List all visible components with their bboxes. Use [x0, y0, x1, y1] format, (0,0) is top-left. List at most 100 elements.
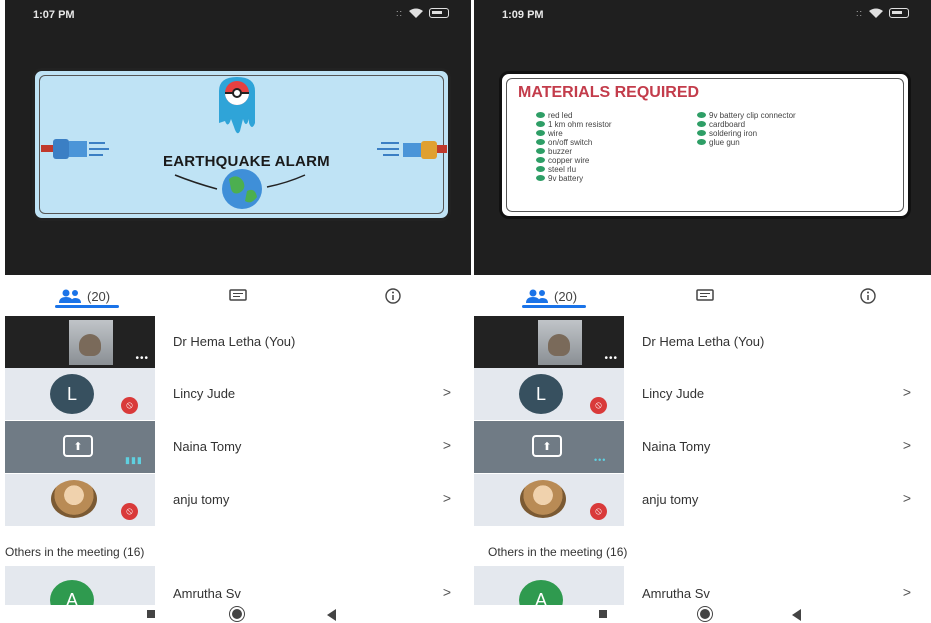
- participant-row[interactable]: L ⦸ Lincy Jude >: [5, 368, 471, 420]
- video-tile: •••: [5, 316, 155, 368]
- avatar: [51, 480, 97, 518]
- battery-icon: [429, 8, 449, 18]
- tab-people[interactable]: (20): [55, 286, 119, 308]
- chevron-right-icon[interactable]: >: [903, 584, 911, 600]
- more-options-icon[interactable]: •••: [135, 353, 149, 364]
- list-item: 1 km ohm resistor: [536, 120, 612, 129]
- right-phone-screenshot: 1:09 PM :: MATERIALS REQUIRED red led 1 …: [474, 0, 931, 623]
- avatar-tile: A: [5, 566, 155, 620]
- participant-name: Dr Hema Letha (You): [173, 334, 296, 349]
- speaking-indicator-icon: ▮▮▮: [125, 455, 143, 465]
- list-item: 9v battery clip connector: [697, 111, 796, 120]
- list-item: 9v battery: [536, 174, 612, 183]
- participant-row[interactable]: ⦸ anju tomy >: [5, 474, 471, 526]
- list-item: wire: [536, 129, 612, 138]
- participant-name: Dr Hema Letha (You): [642, 334, 765, 349]
- list-item: buzzer: [536, 147, 612, 156]
- participant-row[interactable]: L ⦸ Lincy Jude >: [474, 368, 931, 420]
- active-tab-indicator: [55, 305, 119, 308]
- tab-info[interactable]: [385, 286, 401, 306]
- others-section-header: Others in the meeting (16): [5, 545, 145, 559]
- tab-chat[interactable]: [696, 286, 714, 306]
- presenting-tile: ⬆ ▮▮▮: [5, 421, 155, 473]
- participant-name: anju tomy: [642, 492, 699, 507]
- chevron-right-icon[interactable]: >: [443, 490, 451, 506]
- avatar-tile: L ⦸: [5, 368, 155, 420]
- chevron-right-icon[interactable]: >: [903, 437, 911, 453]
- chevron-right-icon[interactable]: >: [903, 490, 911, 506]
- list-item: red led: [536, 111, 612, 120]
- meeting-tabs: (20): [474, 276, 931, 317]
- avatar-tile: L ⦸: [474, 368, 624, 420]
- android-nav-bar: [474, 605, 931, 623]
- left-plug-icon: [41, 139, 109, 159]
- participant-name: Lincy Jude: [173, 386, 236, 401]
- participant-name: Amrutha Sv: [642, 586, 710, 601]
- screen-share-icon: ⬆: [63, 435, 93, 457]
- participant-name: Naina Tomy: [642, 439, 711, 454]
- avatar-tile: ⦸: [474, 474, 624, 526]
- home-icon[interactable]: [698, 607, 712, 621]
- participant-row[interactable]: ⦸ anju tomy >: [474, 474, 931, 526]
- avatar: L: [519, 374, 563, 414]
- chevron-right-icon[interactable]: >: [903, 384, 911, 400]
- participant-row[interactable]: A Amrutha Sv >: [474, 566, 931, 620]
- chevron-right-icon[interactable]: >: [443, 437, 451, 453]
- materials-list: red led 1 km ohm resistor wire on/off sw…: [536, 111, 612, 183]
- recents-icon[interactable]: [147, 610, 155, 618]
- meeting-tabs: (20): [5, 276, 471, 317]
- status-icons: ::: [856, 8, 909, 18]
- speaking-indicator-icon: •••: [594, 455, 607, 465]
- chevron-right-icon[interactable]: >: [443, 584, 451, 600]
- mic-muted-icon: ⦸: [590, 397, 607, 414]
- list-item: on/off switch: [536, 138, 612, 147]
- participant-row[interactable]: A Amrutha Sv >: [5, 566, 471, 620]
- presentation-area: 1:09 PM :: MATERIALS REQUIRED red led 1 …: [474, 0, 931, 275]
- mic-muted-icon: ⦸: [590, 503, 607, 520]
- mic-muted-icon: ⦸: [121, 503, 138, 520]
- back-icon[interactable]: [327, 609, 336, 621]
- participant-name: Lincy Jude: [642, 386, 705, 401]
- slide-title: EARTHQUAKE ALARM: [163, 153, 330, 170]
- shared-slide: EARTHQUAKE ALARM: [32, 68, 451, 221]
- others-section-header: Others in the meeting (16): [488, 545, 628, 559]
- status-icons: ::: [396, 8, 449, 18]
- list-item: steel rlu: [536, 165, 612, 174]
- participant-name: Naina Tomy: [173, 439, 242, 454]
- participant-row[interactable]: ••• Dr Hema Letha (You): [5, 316, 471, 368]
- more-options-icon[interactable]: •••: [604, 353, 618, 364]
- home-icon[interactable]: [230, 607, 244, 621]
- participant-video: [538, 320, 582, 365]
- chat-icon: [229, 289, 247, 301]
- tab-chat[interactable]: [229, 286, 247, 306]
- participant-row[interactable]: ⬆ ▮▮▮ Naina Tomy >: [5, 421, 471, 473]
- back-icon[interactable]: [792, 609, 801, 621]
- status-bar: 1:07 PM ::: [5, 0, 471, 28]
- chat-icon: [696, 289, 714, 301]
- list-item: cardboard: [697, 120, 796, 129]
- mic-muted-icon: ⦸: [121, 397, 138, 414]
- tab-info[interactable]: [860, 286, 876, 306]
- people-count: (20): [554, 288, 578, 304]
- avatar: L: [50, 374, 94, 414]
- tab-people[interactable]: (20): [522, 286, 586, 308]
- list-item: copper wire: [536, 156, 612, 165]
- info-icon: [860, 288, 876, 304]
- people-icon: [526, 289, 548, 303]
- presenting-tile: ⬆ •••: [474, 421, 624, 473]
- participant-row[interactable]: ⬆ ••• Naina Tomy >: [474, 421, 931, 473]
- shared-slide: MATERIALS REQUIRED red led 1 km ohm resi…: [499, 71, 911, 219]
- materials-list: 9v battery clip connector cardboard sold…: [697, 111, 796, 147]
- people-icon: [59, 289, 81, 303]
- participant-row[interactable]: ••• Dr Hema Letha (You): [474, 316, 931, 368]
- participant-name: anju tomy: [173, 492, 230, 507]
- recents-icon[interactable]: [599, 610, 607, 618]
- avatar-tile: A: [474, 566, 624, 620]
- active-tab-indicator: [522, 305, 586, 308]
- right-plug-icon: [377, 141, 447, 159]
- people-count: (20): [87, 288, 111, 304]
- battery-icon: [889, 8, 909, 18]
- notification-icon: ::: [855, 8, 863, 18]
- chevron-right-icon[interactable]: >: [443, 384, 451, 400]
- info-icon: [385, 288, 401, 304]
